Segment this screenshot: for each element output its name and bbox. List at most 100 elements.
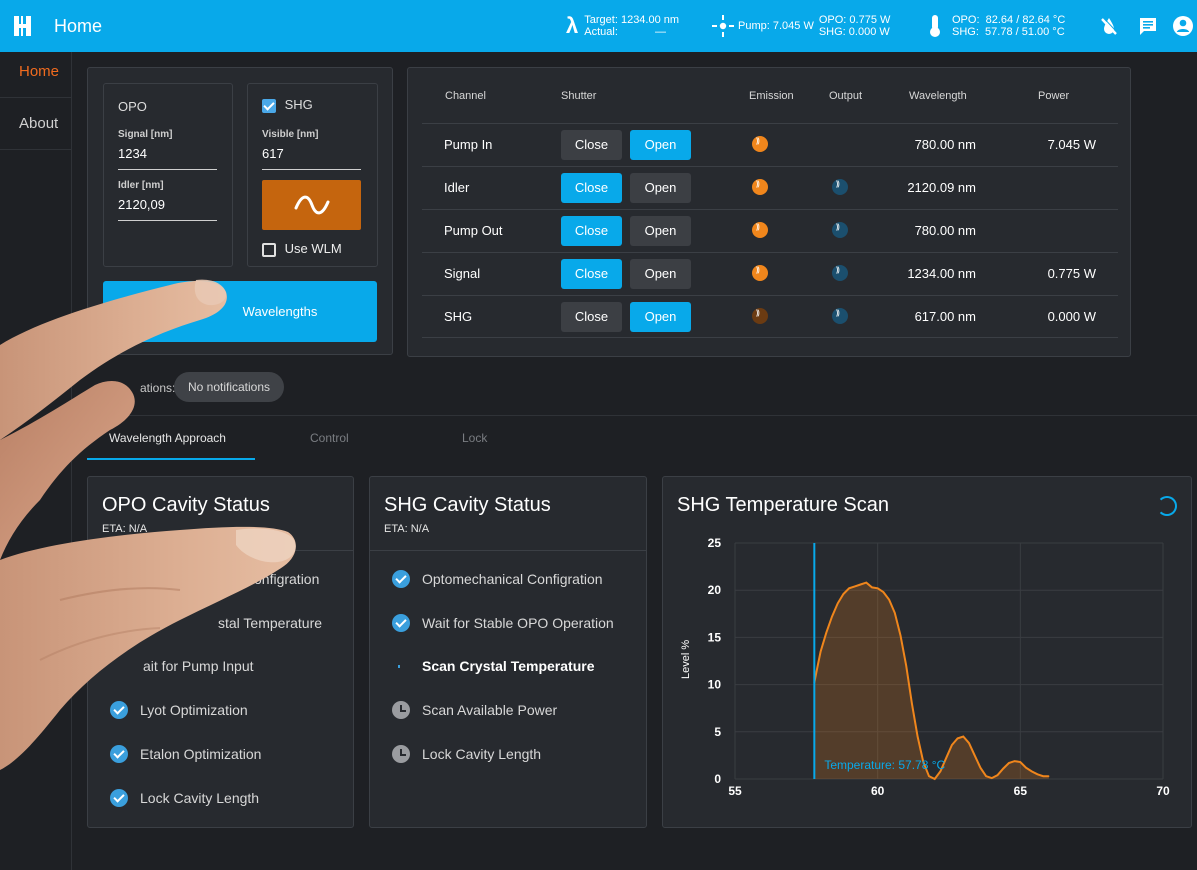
shg-step-label: Lock Cavity Length bbox=[422, 746, 542, 762]
x-tick-label: 65 bbox=[1014, 784, 1028, 798]
header-output: Output bbox=[829, 90, 863, 102]
data-point bbox=[831, 616, 833, 618]
shg-step: Optomechanical Configration bbox=[392, 569, 603, 589]
set-wavelengths-button[interactable]: Wavelengths bbox=[103, 281, 377, 342]
temperature-scan-chart: 0 5 10 15 20 25 55 60 65 70 Level % Temperature: 57… bbox=[680, 536, 1170, 798]
shutter-open-button[interactable]: Open bbox=[630, 259, 691, 289]
data-point bbox=[1025, 767, 1027, 769]
check-circle-icon bbox=[392, 614, 410, 632]
data-point bbox=[1048, 775, 1050, 777]
shutter-open-button[interactable]: Open bbox=[630, 216, 691, 246]
power-value: 0.775 W bbox=[1047, 266, 1096, 281]
channel-name: Pump Out bbox=[444, 223, 503, 238]
y-tick-label: 5 bbox=[714, 725, 721, 739]
opo-step-label: Lock Cavity Length bbox=[140, 790, 260, 806]
shg-step: Wait for Stable OPO Operation bbox=[392, 613, 614, 633]
channel-table-panel: Channel Shutter Emission Output Waveleng… bbox=[407, 67, 1131, 357]
y-tick-label: 25 bbox=[708, 536, 722, 550]
shutter-open-button[interactable]: Open bbox=[630, 173, 691, 203]
data-point bbox=[854, 585, 856, 588]
opo-step-label: onfigration bbox=[254, 571, 320, 587]
idler-input[interactable]: 2120,09 bbox=[118, 197, 217, 221]
data-point bbox=[848, 587, 850, 589]
data-point bbox=[911, 702, 913, 705]
opo-temp-label: OPO: bbox=[952, 14, 980, 26]
section-divider bbox=[73, 415, 1197, 416]
data-point bbox=[1042, 775, 1044, 777]
opo-step: onfigration bbox=[254, 569, 319, 589]
shutter-close-button[interactable]: Close bbox=[561, 173, 622, 203]
channel-name: SHG bbox=[444, 309, 473, 324]
shg-step-label: Scan Crystal Temperature bbox=[422, 658, 595, 674]
opo-step-label: stal Temperature bbox=[218, 615, 323, 631]
tab-wavelength-approach[interactable]: Wavelength Approach bbox=[109, 431, 226, 445]
output-icon bbox=[832, 308, 848, 324]
data-point bbox=[905, 665, 907, 667]
signal-input[interactable]: 1234 bbox=[118, 146, 217, 170]
account-icon[interactable] bbox=[1172, 15, 1194, 37]
channel-name: Idler bbox=[444, 180, 470, 195]
sidebar-item-home[interactable]: Home bbox=[0, 46, 71, 98]
sidebar: Home About bbox=[0, 52, 72, 870]
x-tick-label: 70 bbox=[1156, 784, 1170, 798]
temperature-scan-card: SHG Temperature Scan 0 5 10 15 20 25 55 60 65 70 L… bbox=[662, 476, 1192, 828]
visible-input[interactable]: 617 bbox=[262, 146, 361, 170]
data-point bbox=[968, 742, 970, 744]
table-row: Idler Close Open 2120.09 nm bbox=[422, 166, 1118, 209]
shg-step-label: Scan Available Power bbox=[422, 702, 558, 718]
data-point bbox=[934, 778, 936, 780]
clock-icon bbox=[392, 701, 410, 719]
table-row: Pump In Close Open 780.00 nm 7.045 W bbox=[422, 123, 1118, 166]
y-axis-label: Level % bbox=[680, 640, 692, 679]
opo-settings: OPO Signal [nm] 1234 Idler [nm] 2120,09 bbox=[103, 83, 233, 267]
emission-icon bbox=[752, 222, 768, 238]
shutter-close-button[interactable]: Close bbox=[561, 302, 622, 332]
opo-status-card: OPO Cavity Status ETA: N/A onfigration s… bbox=[87, 476, 354, 828]
x-tick-label: 55 bbox=[728, 784, 742, 798]
shg-power-label: SHG: bbox=[818, 26, 846, 38]
tab-control[interactable]: Control bbox=[310, 431, 349, 445]
data-point bbox=[820, 650, 822, 653]
check-circle-icon bbox=[392, 570, 410, 588]
sine-wave-button[interactable] bbox=[262, 180, 361, 230]
temperature-marker-label: Temperature: 57.78 °C bbox=[824, 758, 945, 772]
use-wlm-checkbox[interactable] bbox=[262, 242, 276, 257]
message-icon[interactable] bbox=[1137, 15, 1159, 37]
opo-eta: ETA: N/A bbox=[102, 523, 148, 535]
shg-checkbox[interactable] bbox=[262, 98, 276, 113]
actual-value: — bbox=[654, 26, 666, 38]
loading-spinner-icon bbox=[1157, 496, 1177, 516]
header-wavelength: Wavelength bbox=[909, 90, 967, 102]
data-point bbox=[894, 612, 896, 614]
data-point bbox=[837, 602, 839, 605]
tab-lock[interactable]: Lock bbox=[462, 431, 487, 445]
shutter-open-button[interactable]: Open bbox=[630, 130, 691, 160]
data-point bbox=[945, 757, 947, 759]
notifications-chip[interactable]: No notifications bbox=[174, 372, 284, 402]
target-label: Target: bbox=[584, 14, 618, 26]
wavelength-value: 2120.09 nm bbox=[907, 180, 976, 195]
check-circle-icon bbox=[110, 789, 128, 807]
thermometer-icon bbox=[930, 15, 940, 37]
header-shutter: Shutter bbox=[561, 90, 597, 102]
actual-label: Actual: bbox=[584, 26, 618, 38]
shutter-close-button[interactable]: Close bbox=[561, 216, 622, 246]
shutter-close-button[interactable]: Close bbox=[561, 259, 622, 289]
opo-step: stal Temperature bbox=[218, 613, 322, 633]
data-point bbox=[928, 775, 930, 777]
shutter-open-button[interactable]: Open bbox=[630, 302, 691, 332]
table-row: SHG Close Open 617.00 nm 0.000 W bbox=[422, 295, 1118, 338]
header-channel: Channel bbox=[445, 90, 486, 102]
lambda-icon: λ bbox=[566, 13, 579, 38]
water-off-icon[interactable] bbox=[1098, 15, 1120, 37]
opo-step-label: ait for Pump Input bbox=[143, 658, 254, 674]
emission-icon bbox=[752, 136, 768, 152]
shg-status-title: SHG Cavity Status bbox=[384, 494, 551, 516]
page-title: Home bbox=[54, 15, 103, 36]
use-wlm-label: Use WLM bbox=[284, 241, 342, 256]
opo-step: Etalon Optimization bbox=[110, 744, 261, 764]
sidebar-item-about[interactable]: About bbox=[0, 98, 71, 150]
pump-label: Pump: bbox=[738, 20, 770, 32]
data-point bbox=[1031, 770, 1033, 773]
shutter-close-button[interactable]: Close bbox=[561, 130, 622, 160]
